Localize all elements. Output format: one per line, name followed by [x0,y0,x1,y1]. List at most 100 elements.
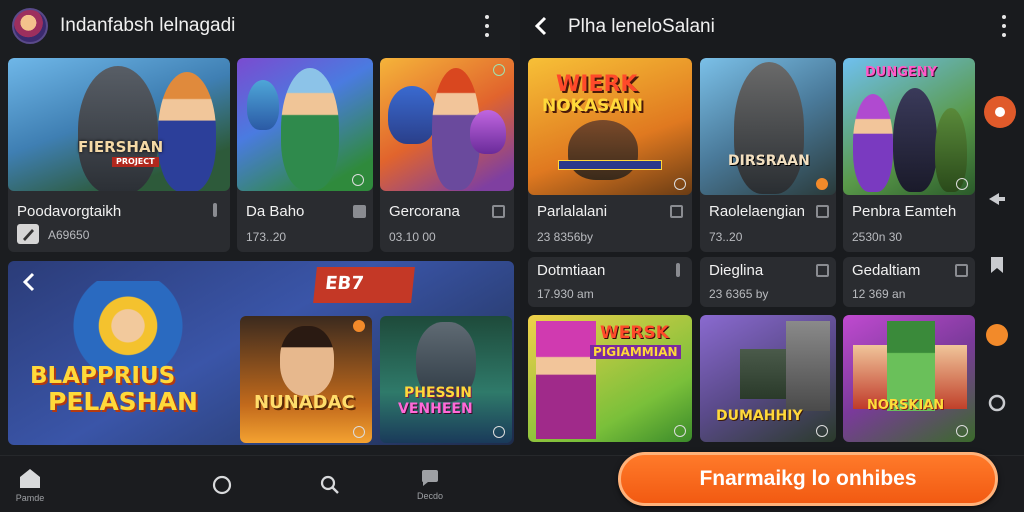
game-thumbnail: FIERSHAN PROJECT [8,58,230,191]
game-card[interactable]: FIERSHAN PROJECT Poodavorgtaikh A69650 [8,58,230,252]
nav-home-label: Pamde [15,493,45,503]
banner-title-line1: BLAPPRIUS [30,363,176,389]
app-title: Indanfabsh lelnagadi [60,15,236,36]
thumbnail-title-line2: NOKASAIN [542,96,643,116]
thumbnail-subtitle: PROJECT [112,157,159,167]
nav-chat-label: Decdo [416,491,443,501]
share-icon[interactable] [982,184,1012,214]
card-title: Poodavorgtaikh [17,203,122,220]
right-pane: Plha leneloSalani WIERK NOKASAIN Parlala… [520,0,1024,455]
left-topbar: Indanfabsh lelnagadi [0,0,520,52]
game-thumbnail [237,58,373,191]
game-card[interactable]: DUMAHHIY [700,315,836,442]
select-checkbox[interactable] [353,205,366,218]
list-item[interactable]: Dieglina 23 6365 by [700,257,836,307]
banner-sign: EB7 [313,267,415,303]
list-item[interactable]: Gedaltiam 12 369 an [843,257,975,307]
status-icon [493,64,505,76]
game-card[interactable]: NUNADAC [240,316,372,443]
status-icon [956,425,968,437]
game-card[interactable]: Da Baho 173..20 [237,58,373,252]
game-thumbnail: DUNGENY [843,58,975,195]
chevron-left-icon[interactable] [14,267,44,297]
card-meta: 173..20 [246,230,287,244]
card-overlay-title: DUMAHHIY [716,408,803,424]
thumbnail-title-line1: WIERK [556,72,638,97]
card-meta: A69650 [48,228,90,242]
side-rail [976,60,1024,455]
more-options-icon[interactable] [484,15,490,37]
circle-icon[interactable] [982,388,1012,418]
game-thumbnail [380,58,514,191]
primary-cta-button[interactable]: Fnarmaikg lo onhibes [618,452,998,506]
bookmark-icon[interactable] [982,250,1012,280]
circle-icon [212,475,232,494]
list-item-meta: 23 6365 by [709,287,769,301]
drag-handle-icon[interactable] [676,263,680,277]
card-meta: 73..20 [709,230,743,244]
thumbnail-title: DIRSRAAN [728,153,810,169]
right-topbar: Plha leneloSalani [520,0,1024,52]
thumbnail-title: FIERSHAN [78,138,164,156]
app-root: Indanfabsh lelnagadi FIERSHAN PROJECT Po… [0,0,1024,512]
more-options-icon[interactable] [1001,15,1007,37]
select-checkbox[interactable] [816,264,829,277]
card-title: Raolelaengian [709,203,805,220]
banner-title-line2: PELASHAN [48,387,198,416]
status-icon [956,178,968,190]
badge-icon [353,320,365,332]
status-icon [353,426,365,438]
drag-handle-icon[interactable] [213,203,217,217]
status-icon [816,425,828,437]
card-meta: 23 8356by [537,230,594,244]
status-icon [352,174,364,186]
game-card[interactable]: Gercorana 03.10 00 [380,58,514,252]
card-title: Parlalalani [537,203,608,220]
list-item-title: Dieglina [709,262,764,279]
nav-search[interactable] [290,456,370,512]
status-icon [674,425,686,437]
card-overlay-line1: PHESSIN [404,385,473,401]
game-card[interactable]: NORSKIAN [843,315,975,442]
card-meta: 2530n 30 [852,230,903,244]
pencil-icon[interactable] [17,224,39,244]
game-card[interactable]: WERSK PIGIAMMIAN [528,315,692,442]
game-card[interactable]: DIRSRAAN Raolelaengian 73..20 [700,58,836,252]
nav-home[interactable]: Pamde [0,456,70,512]
select-checkbox[interactable] [955,264,968,277]
card-title: Da Baho [246,203,305,220]
card-overlay-line1: WERSK [600,323,669,343]
card-overlay-title: NUNADAC [254,392,355,413]
game-card[interactable]: DUNGENY Penbra Eamteh 2530n 30 [843,58,975,252]
card-overlay-line2: PIGIAMMIAN [590,345,681,359]
game-card[interactable]: PHESSIN VENHEEN [380,316,512,443]
avatar[interactable] [12,8,48,44]
select-checkbox[interactable] [492,205,505,218]
card-title: Gercorana [389,203,460,220]
card-overlay-title: NORSKIAN [867,398,945,413]
thumbnail-title: DUNGENY [865,65,938,80]
card-meta: 03.10 00 [389,230,436,244]
status-icon [493,426,505,438]
home-icon [20,469,40,488]
nav-circle[interactable] [182,456,262,512]
game-thumbnail: WIERK NOKASAIN [528,58,692,195]
search-icon [320,475,339,494]
list-item-meta: 17.930 am [537,287,594,301]
card-title: Penbra Eamteh [852,203,957,220]
page-title: Plha leneloSalani [568,16,715,37]
notification-badge-icon[interactable] [986,324,1008,346]
select-checkbox[interactable] [670,205,683,218]
left-pane: Indanfabsh lelnagadi FIERSHAN PROJECT Po… [0,0,520,512]
nav-chat[interactable]: Decdo [390,456,470,512]
banner-sign-text: EB7 [324,273,365,294]
list-item[interactable]: Dotmtiaan 17.930 am [528,257,692,307]
game-thumbnail: DIRSRAAN [700,58,836,195]
list-item-title: Gedaltiam [852,262,921,279]
list-item-title: Dotmtiaan [537,262,606,279]
select-checkbox[interactable] [816,205,829,218]
game-card[interactable]: WIERK NOKASAIN Parlalalani 23 8356by [528,58,692,252]
back-arrow-icon[interactable] [530,14,554,38]
hot-icon[interactable] [984,96,1016,128]
chat-icon [422,470,438,486]
